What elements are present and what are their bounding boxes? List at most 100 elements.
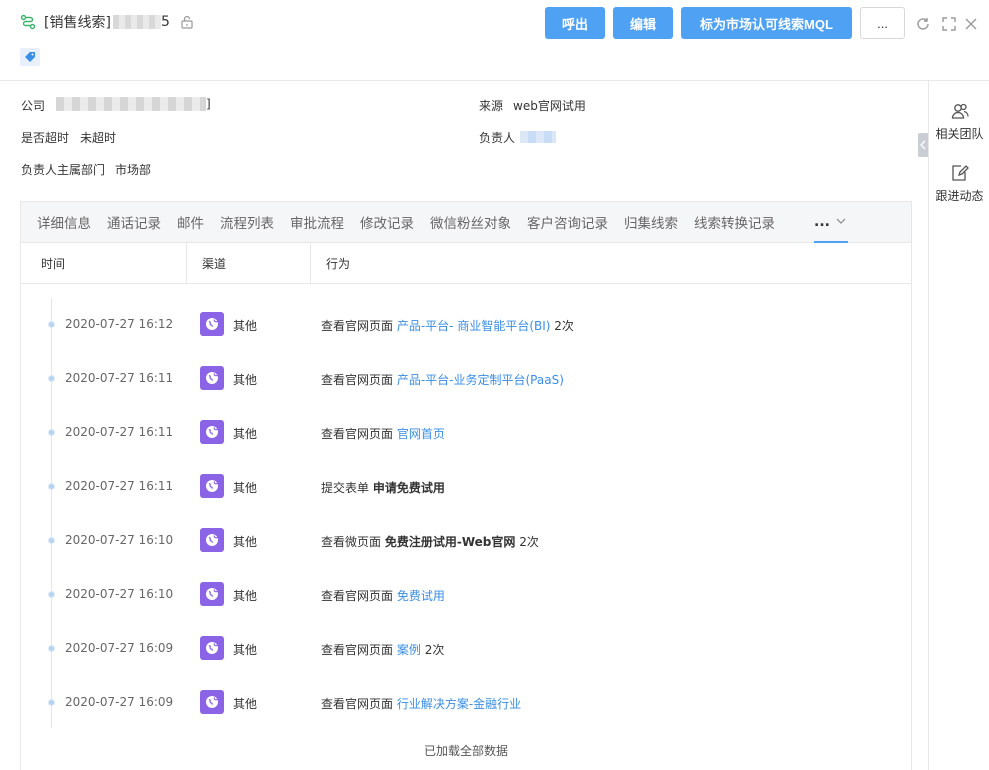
table-header: 时间 渠道 行为 xyxy=(21,243,911,284)
chevron-down-icon[interactable] xyxy=(836,216,846,226)
row-action: 查看官网页面 免费试用 xyxy=(321,587,445,604)
timeline-dot xyxy=(48,321,55,328)
globe-icon xyxy=(206,372,218,384)
row-action: 查看官网页面 产品-平台- 商业智能平台(BI) 2次 xyxy=(321,317,574,334)
timeline-dot xyxy=(48,591,55,598)
related-team-label: 相关团队 xyxy=(935,127,984,141)
action-target[interactable]: 免费试用 xyxy=(397,589,445,603)
row-action: 查看微页面 免费注册试用-Web官网 2次 xyxy=(321,533,539,550)
channel-icon xyxy=(200,366,224,390)
mark-mql-button[interactable]: 标为市场认可线索MQL xyxy=(681,7,852,39)
edit-button[interactable]: 编辑 xyxy=(613,7,673,39)
row-action: 查看官网页面 产品-平台-业务定制平台(PaaS) xyxy=(321,371,564,388)
action-target[interactable]: 产品-平台-业务定制平台(PaaS) xyxy=(397,373,564,387)
call-button[interactable]: 呼出 xyxy=(545,7,605,39)
tab-item[interactable]: 微信粉丝对象 xyxy=(430,212,511,232)
close-icon[interactable] xyxy=(963,16,979,32)
detail-header: [销售线索] 5 呼出 编辑 标为市场认可线索MQL ... xyxy=(0,0,989,81)
action-count: 2次 xyxy=(424,643,445,657)
tab-item[interactable]: 详细信息 xyxy=(37,212,91,232)
row-action: 提交表单 申请免费试用 xyxy=(321,479,445,496)
timeline-row: 2020-07-27 16:09 其他 查看官网页面 行业解决方案-金融行业 xyxy=(21,675,911,729)
row-channel: 其他 xyxy=(233,481,258,495)
dept-value: 市场部 xyxy=(115,163,152,177)
row-channel: 其他 xyxy=(233,535,258,549)
channel-icon xyxy=(200,420,224,444)
masked-owner[interactable] xyxy=(520,131,556,143)
row-action: 查看官网页面 行业解决方案-金融行业 xyxy=(321,695,521,712)
title-suffix: 5 xyxy=(160,14,170,30)
timeline-row: 2020-07-27 16:11 其他 查看官网页面 产品-平台-业务定制平台(Pa… xyxy=(21,351,911,405)
chevron-left-icon xyxy=(920,140,926,150)
company-label: 公司 xyxy=(21,99,46,113)
tab-item[interactable]: 归集线索 xyxy=(624,212,678,232)
refresh-icon[interactable] xyxy=(915,16,931,32)
row-action: 查看官网页面 案例 2次 xyxy=(321,641,444,658)
source-value: web官网试用 xyxy=(513,99,586,113)
tab-item[interactable]: 客户咨询记录 xyxy=(527,212,608,232)
channel-icon xyxy=(200,582,224,606)
timeout-label: 是否超时 xyxy=(21,131,70,145)
collapse-rail-handle[interactable] xyxy=(918,133,928,157)
globe-icon xyxy=(206,534,218,546)
action-verb: 查看官网页面 xyxy=(321,427,394,441)
tab-item[interactable]: 修改记录 xyxy=(360,212,414,232)
timeline-dot xyxy=(48,537,55,544)
action-count: 2次 xyxy=(519,535,539,549)
row-time: 2020-07-27 16:09 xyxy=(65,695,174,709)
tab-item[interactable]: 流程列表 xyxy=(220,212,274,232)
lead-icon xyxy=(20,14,36,30)
tab-more-label: ... xyxy=(814,213,830,230)
action-verb: 查看官网页面 xyxy=(321,697,394,711)
timeout-value: 未超时 xyxy=(80,131,117,145)
col-time: 时间 xyxy=(41,257,66,271)
team-icon xyxy=(951,103,969,119)
tab-item[interactable]: 通话记录 xyxy=(107,212,161,232)
row-time: 2020-07-27 16:11 xyxy=(65,371,174,385)
timeline-dot xyxy=(48,483,55,490)
globe-icon xyxy=(206,426,218,438)
action-verb: 查看官网页面 xyxy=(321,643,394,657)
channel-icon xyxy=(200,474,224,498)
dept-label: 负责人主属部门 xyxy=(21,163,106,177)
timeline-dot xyxy=(48,429,55,436)
source-label: 来源 xyxy=(479,99,504,113)
action-verb: 提交表单 xyxy=(321,481,370,495)
globe-icon xyxy=(206,480,218,492)
row-time: 2020-07-27 16:11 xyxy=(65,479,174,493)
channel-icon xyxy=(200,690,224,714)
action-target[interactable]: 案例 xyxy=(397,643,421,657)
timeline-row: 2020-07-27 16:10 其他 查看微页面 免费注册试用-Web官网 2次 xyxy=(21,513,911,567)
related-team-item[interactable]: 相关团队 xyxy=(929,101,989,142)
lock-icon[interactable] xyxy=(180,15,194,29)
row-action: 查看官网页面 官网首页 xyxy=(321,425,445,442)
fullscreen-icon[interactable] xyxy=(941,16,957,32)
tag-icon[interactable] xyxy=(20,48,40,66)
masked-name xyxy=(112,15,161,29)
tab-item[interactable]: 线索转换记录 xyxy=(694,212,775,232)
owner-label: 负责人 xyxy=(479,131,516,145)
action-target[interactable]: 产品-平台- 商业智能平台(BI) xyxy=(397,319,551,333)
action-verb: 查看官网页面 xyxy=(321,589,394,603)
action-target: 申请免费试用 xyxy=(372,481,445,495)
action-target[interactable]: 官网首页 xyxy=(397,427,445,441)
globe-icon xyxy=(206,642,218,654)
follow-up-label: 跟进动态 xyxy=(935,189,984,203)
tab-item[interactable]: 邮件 xyxy=(177,212,204,232)
globe-icon xyxy=(206,318,218,330)
tab-item[interactable]: 审批流程 xyxy=(290,212,344,232)
action-target: 免费注册试用-Web官网 xyxy=(384,535,516,549)
row-channel: 其他 xyxy=(233,589,258,603)
col-divider xyxy=(310,243,311,284)
channel-icon xyxy=(200,312,224,336)
globe-icon xyxy=(206,588,218,600)
row-time: 2020-07-27 16:09 xyxy=(65,641,174,655)
row-channel: 其他 xyxy=(233,697,258,711)
tab-bar: 详细信息 通话记录 邮件 流程列表 审批流程 修改记录 微信粉丝对象 客户咨询记录 归集线索 线索… xyxy=(21,202,911,243)
follow-up-item[interactable]: 跟进动态 xyxy=(929,163,989,204)
row-channel: 其他 xyxy=(233,643,258,657)
timeline-dot xyxy=(48,645,55,652)
action-target[interactable]: 行业解决方案-金融行业 xyxy=(397,697,521,711)
title-row: [销售线索] 5 xyxy=(20,12,194,32)
more-actions-button[interactable]: ... xyxy=(860,7,905,39)
